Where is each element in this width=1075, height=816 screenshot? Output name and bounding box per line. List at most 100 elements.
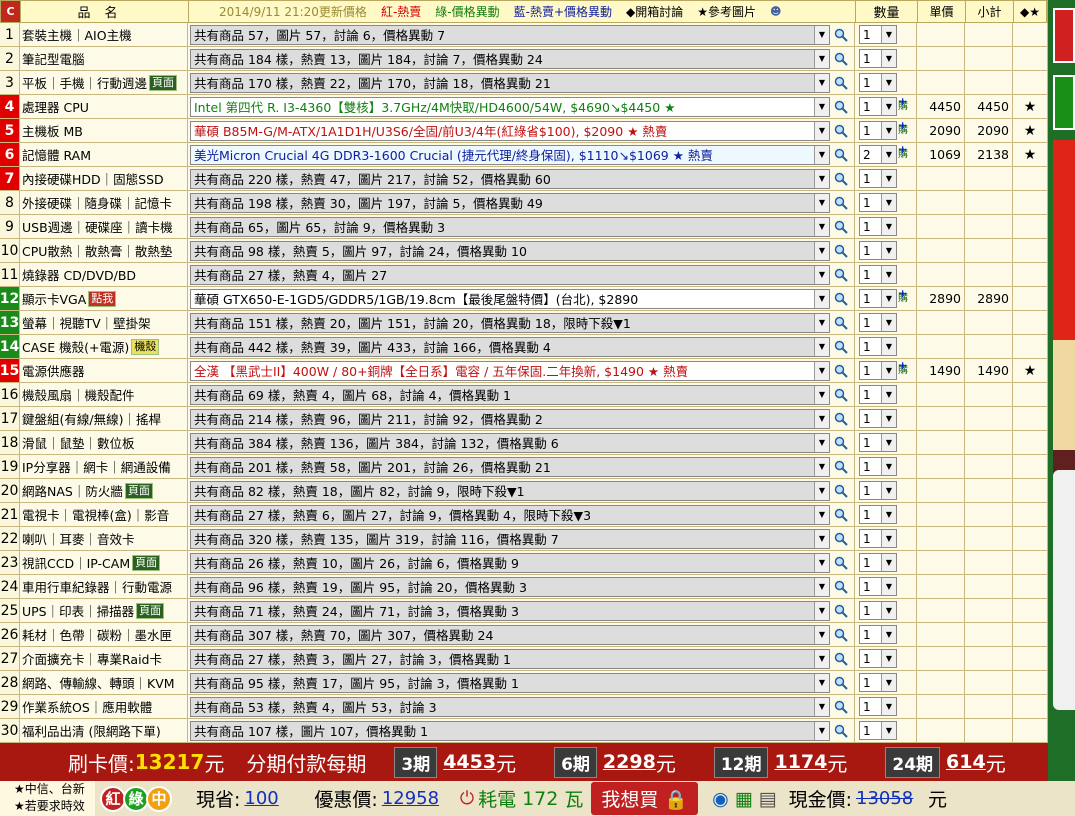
chevron-down-icon[interactable]: ▼ <box>814 385 829 404</box>
star-mark[interactable] <box>1013 431 1048 454</box>
chevron-down-icon[interactable]: ▼ <box>814 433 829 452</box>
chevron-down-icon[interactable]: ▼ <box>881 506 896 523</box>
product-select[interactable]: 共有商品 151 樣，熱賣 20，圖片 151，討論 20，價格異動 18，限時… <box>190 312 830 333</box>
want-buy-button[interactable]: 我想買 🔒 <box>591 782 699 815</box>
chevron-down-icon[interactable]: ▼ <box>814 121 829 140</box>
chevron-down-icon[interactable]: ▼ <box>881 578 896 595</box>
qty-select[interactable]: 1 ▼ <box>859 457 897 476</box>
star-mark[interactable] <box>1013 647 1048 670</box>
product-select[interactable]: 共有商品 26 樣，熱賣 10，圖片 26，討論 6，價格異動 9 ▼ <box>190 552 830 573</box>
chevron-down-icon[interactable]: ▼ <box>814 601 829 620</box>
pet-icon[interactable]: ☻ <box>770 5 781 18</box>
buy-link[interactable]: + 購 <box>898 144 908 160</box>
excel-icon[interactable]: ▦ <box>735 788 753 810</box>
search-icon[interactable] <box>832 506 850 524</box>
star-mark[interactable] <box>1013 479 1048 502</box>
product-select[interactable]: 全漢 【黑武士II】400W / 80+銅牌【全日系】電容 / 五年保固.二年換… <box>190 360 830 381</box>
ad-phone-panel[interactable] <box>1053 470 1075 710</box>
category-tag[interactable]: 頁面 <box>149 74 178 91</box>
ad-banner-red[interactable] <box>1053 140 1075 340</box>
product-select[interactable]: 共有商品 201 樣，熱賣 58，圖片 201，討論 26，價格異動 21 ▼ <box>190 456 830 477</box>
chevron-down-icon[interactable]: ▼ <box>881 338 896 355</box>
star-mark[interactable] <box>1013 695 1048 718</box>
chevron-down-icon[interactable]: ▼ <box>881 26 896 43</box>
qty-select[interactable]: 1 ▼ <box>859 529 897 548</box>
qty-select[interactable]: 1 ▼ <box>859 385 897 404</box>
category-tag[interactable]: 頁面 <box>136 602 165 619</box>
star-mark[interactable] <box>1013 383 1048 406</box>
chevron-down-icon[interactable]: ▼ <box>814 649 829 668</box>
product-select[interactable]: 共有商品 98 樣，熱賣 5，圖片 97，討論 24，價格異動 10 ▼ <box>190 240 830 261</box>
search-icon[interactable] <box>832 386 850 404</box>
product-select[interactable]: 共有商品 69 樣，熱賣 4，圖片 68，討論 4，價格異動 1 ▼ <box>190 384 830 405</box>
product-select[interactable]: 共有商品 71 樣，熱賣 24，圖片 71，討論 3，價格異動 3 ▼ <box>190 600 830 621</box>
product-select[interactable]: 共有商品 65，圖片 65，討論 9，價格異動 3 ▼ <box>190 216 830 237</box>
chevron-down-icon[interactable]: ▼ <box>814 97 829 116</box>
globe-icon[interactable]: ◉ <box>712 788 729 810</box>
star-mark[interactable]: ★ <box>1013 119 1048 142</box>
qty-select[interactable]: 1 ▼ <box>859 649 897 668</box>
chevron-down-icon[interactable]: ▼ <box>814 409 829 428</box>
chevron-down-icon[interactable]: ▼ <box>881 146 896 163</box>
search-icon[interactable] <box>832 98 850 116</box>
chevron-down-icon[interactable]: ▼ <box>881 458 896 475</box>
qty-select[interactable]: 2 ▼ <box>859 145 897 164</box>
ad-banner-orange[interactable] <box>1053 340 1075 450</box>
search-icon[interactable] <box>832 410 850 428</box>
chevron-down-icon[interactable]: ▼ <box>814 265 829 284</box>
chevron-down-icon[interactable]: ▼ <box>881 554 896 571</box>
qty-select[interactable]: 1 ▼ <box>859 337 897 356</box>
category-tag[interactable]: 點我 <box>88 290 117 307</box>
buy-link[interactable]: + 購 <box>898 120 908 136</box>
product-select[interactable]: 共有商品 107 樣，圖片 107，價格異動 1 ▼ <box>190 720 830 741</box>
search-icon[interactable] <box>832 722 850 740</box>
chevron-down-icon[interactable]: ▼ <box>881 242 896 259</box>
product-select[interactable]: 共有商品 184 樣，熱賣 13，圖片 184，討論 7，價格異動 24 ▼ <box>190 48 830 69</box>
chevron-down-icon[interactable]: ▼ <box>881 314 896 331</box>
chevron-down-icon[interactable]: ▼ <box>814 361 829 380</box>
chevron-down-icon[interactable]: ▼ <box>881 530 896 547</box>
search-icon[interactable] <box>832 578 850 596</box>
star-mark[interactable] <box>1013 191 1048 214</box>
chevron-down-icon[interactable]: ▼ <box>881 602 896 619</box>
search-icon[interactable] <box>832 674 850 692</box>
product-select[interactable]: 華碩 GTX650-E-1GD5/GDDR5/1GB/19.8cm【最後尾盤特價… <box>190 288 830 309</box>
chevron-down-icon[interactable]: ▼ <box>814 25 829 44</box>
product-select[interactable]: 共有商品 220 樣，熱賣 47，圖片 217，討論 52，價格異動 60 ▼ <box>190 168 830 189</box>
qty-select[interactable]: 1 ▼ <box>859 73 897 92</box>
right-ad-strip[interactable] <box>1048 0 1075 781</box>
qty-select[interactable]: 1 ▼ <box>859 289 897 308</box>
search-icon[interactable] <box>832 554 850 572</box>
chevron-down-icon[interactable]: ▼ <box>881 98 896 115</box>
chevron-down-icon[interactable]: ▼ <box>814 337 829 356</box>
search-icon[interactable] <box>832 146 850 164</box>
qty-select[interactable]: 1 ▼ <box>859 673 897 692</box>
chevron-down-icon[interactable]: ▼ <box>881 386 896 403</box>
chevron-down-icon[interactable]: ▼ <box>814 289 829 308</box>
chevron-down-icon[interactable]: ▼ <box>881 410 896 427</box>
search-icon[interactable] <box>832 338 850 356</box>
chevron-down-icon[interactable]: ▼ <box>814 73 829 92</box>
chevron-down-icon[interactable]: ▼ <box>881 290 896 307</box>
chevron-down-icon[interactable]: ▼ <box>881 482 896 499</box>
search-icon[interactable] <box>832 458 850 476</box>
search-icon[interactable] <box>832 626 850 644</box>
search-icon[interactable] <box>832 74 850 92</box>
product-select[interactable]: 共有商品 27 樣，熱賣 3，圖片 27，討論 3，價格異動 1 ▼ <box>190 648 830 669</box>
chevron-down-icon[interactable]: ▼ <box>814 481 829 500</box>
star-mark[interactable] <box>1013 551 1048 574</box>
chevron-down-icon[interactable]: ▼ <box>881 50 896 67</box>
chevron-down-icon[interactable]: ▼ <box>814 505 829 524</box>
star-mark[interactable] <box>1013 311 1048 334</box>
chevron-down-icon[interactable]: ▼ <box>814 553 829 572</box>
star-mark[interactable]: ★ <box>1013 359 1048 382</box>
chevron-down-icon[interactable]: ▼ <box>881 650 896 667</box>
product-select[interactable]: 共有商品 57，圖片 57，討論 6，價格異動 7 ▼ <box>190 24 830 45</box>
star-mark[interactable]: ★ <box>1013 95 1048 118</box>
star-mark[interactable] <box>1013 527 1048 550</box>
ad-block-red[interactable] <box>1053 8 1075 63</box>
buy-link[interactable]: + 購 <box>898 360 908 376</box>
qty-select[interactable]: 1 ▼ <box>859 625 897 644</box>
star-mark[interactable] <box>1013 455 1048 478</box>
search-icon[interactable] <box>832 242 850 260</box>
